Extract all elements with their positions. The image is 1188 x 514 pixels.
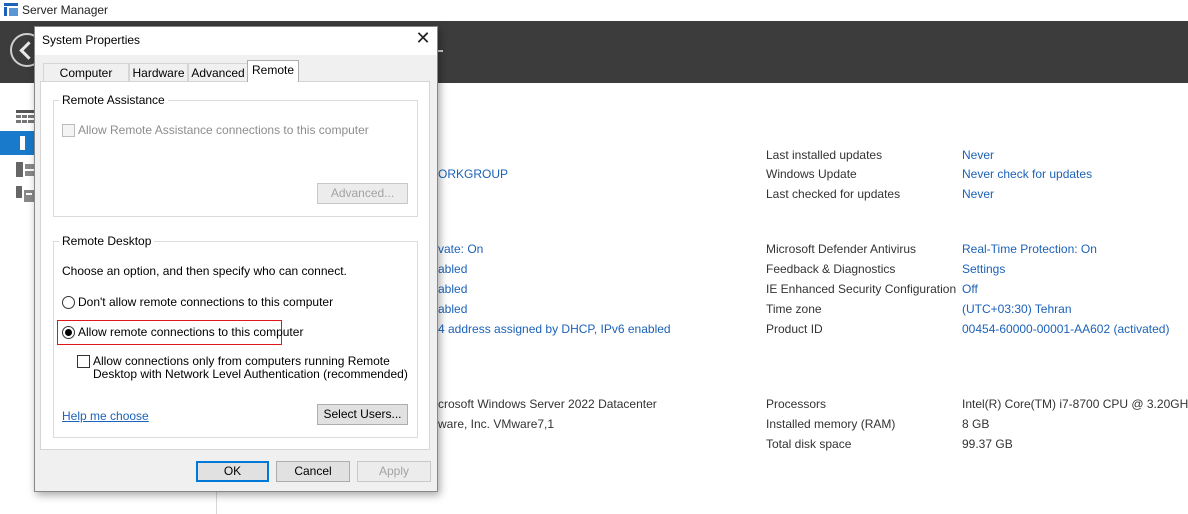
apply-button[interactable]: Apply <box>357 461 431 482</box>
prop-value: 8 GB <box>962 417 990 431</box>
dont-allow-label[interactable]: Don't allow remote connections to this c… <box>78 295 333 309</box>
prop-label: Processors <box>766 397 827 411</box>
prop-value-link[interactable]: Real-Time Protection: On <box>962 242 1097 256</box>
remote-management-link[interactable]: abled <box>438 262 467 276</box>
tab-advanced[interactable]: Advanced <box>188 63 248 81</box>
prop-label: Last checked for updates <box>766 187 901 201</box>
remote-assistance-title: Remote Assistance <box>59 93 168 107</box>
prop-label: Windows Update <box>766 167 857 181</box>
remote-desktop-title: Remote Desktop <box>59 234 155 248</box>
allow-label[interactable]: Allow remote connections to this compute… <box>78 325 303 339</box>
prop-label: Microsoft Defender Antivirus <box>766 242 917 256</box>
server-manager-titlebar <box>0 0 1188 21</box>
prop-label: Last installed updates <box>766 148 883 162</box>
dialog-title: System Properties <box>42 33 141 47</box>
os-version-value: crosoft Windows Server 2022 Datacenter <box>438 397 657 411</box>
prop-value-link[interactable]: 00454-60000-00001-AA602 (activated) <box>962 322 1169 336</box>
nla-label-line1[interactable]: Allow connections only from computers ru… <box>93 354 390 368</box>
select-users-button[interactable]: Select Users... <box>317 404 408 425</box>
prop-value-link[interactable]: Off <box>962 282 978 296</box>
prop-value: Intel(R) Core(TM) i7-8700 CPU @ 3.20GHz, <box>962 397 1188 411</box>
remote-desktop-link[interactable]: abled <box>438 282 467 296</box>
prop-value-link[interactable]: Never <box>962 148 994 162</box>
tab-computer-name[interactable]: Computer Name <box>43 63 129 98</box>
help-me-choose-link[interactable]: Help me choose <box>62 409 149 423</box>
nla-checkbox[interactable] <box>77 355 90 368</box>
prop-label: Feedback & Diagnostics <box>766 262 896 276</box>
ok-button[interactable]: OK <box>196 461 269 482</box>
prop-value-link[interactable]: (UTC+03:30) Tehran <box>962 302 1072 316</box>
header-dash <box>438 50 443 52</box>
prop-label: Installed memory (RAM) <box>766 417 896 431</box>
workgroup-link[interactable]: ORKGROUP <box>438 167 508 181</box>
local-server-icon <box>20 136 25 150</box>
server-manager-title: Server Manager <box>22 3 109 17</box>
prop-label: Time zone <box>766 302 822 316</box>
prop-value-link[interactable]: Settings <box>962 262 1005 276</box>
cancel-button[interactable]: Cancel <box>276 461 350 482</box>
close-icon[interactable]: ✕ <box>414 29 432 47</box>
remote-assistance-label: Allow Remote Assistance connections to t… <box>78 123 369 137</box>
hardware-info-value: ware, Inc. VMware7,1 <box>438 417 555 431</box>
server-manager-app-icon <box>4 3 18 16</box>
nic-teaming-link[interactable]: abled <box>438 302 467 316</box>
prop-label: Total disk space <box>766 437 852 451</box>
tab-remote[interactable]: Remote <box>247 60 299 82</box>
file-storage-icon[interactable] <box>16 186 34 205</box>
dashboard-icon[interactable] <box>16 110 34 127</box>
tab-hardware[interactable]: Hardware <box>129 63 188 81</box>
remote-assistance-checkbox[interactable] <box>62 124 75 137</box>
all-servers-icon[interactable] <box>16 162 34 180</box>
remote-desktop-instruction: Choose an option, and then specify who c… <box>62 264 347 278</box>
sidebar-item-local-server[interactable] <box>0 131 34 155</box>
prop-value: 99.37 GB <box>962 437 1013 451</box>
prop-value-link[interactable]: Never <box>962 187 994 201</box>
dont-allow-radio[interactable] <box>62 296 75 309</box>
allow-radio[interactable] <box>62 326 75 339</box>
ethernet-link[interactable]: 4 address assigned by DHCP, IPv6 enabled <box>438 322 671 336</box>
prop-label: IE Enhanced Security Configuration <box>766 282 957 296</box>
prop-value-link[interactable]: Never check for updates <box>962 167 1092 181</box>
advanced-button[interactable]: Advanced... <box>317 183 408 204</box>
firewall-link[interactable]: vate: On <box>438 242 483 256</box>
nla-label-line2[interactable]: Desktop with Network Level Authenticatio… <box>93 367 408 381</box>
prop-label: Product ID <box>766 322 823 336</box>
